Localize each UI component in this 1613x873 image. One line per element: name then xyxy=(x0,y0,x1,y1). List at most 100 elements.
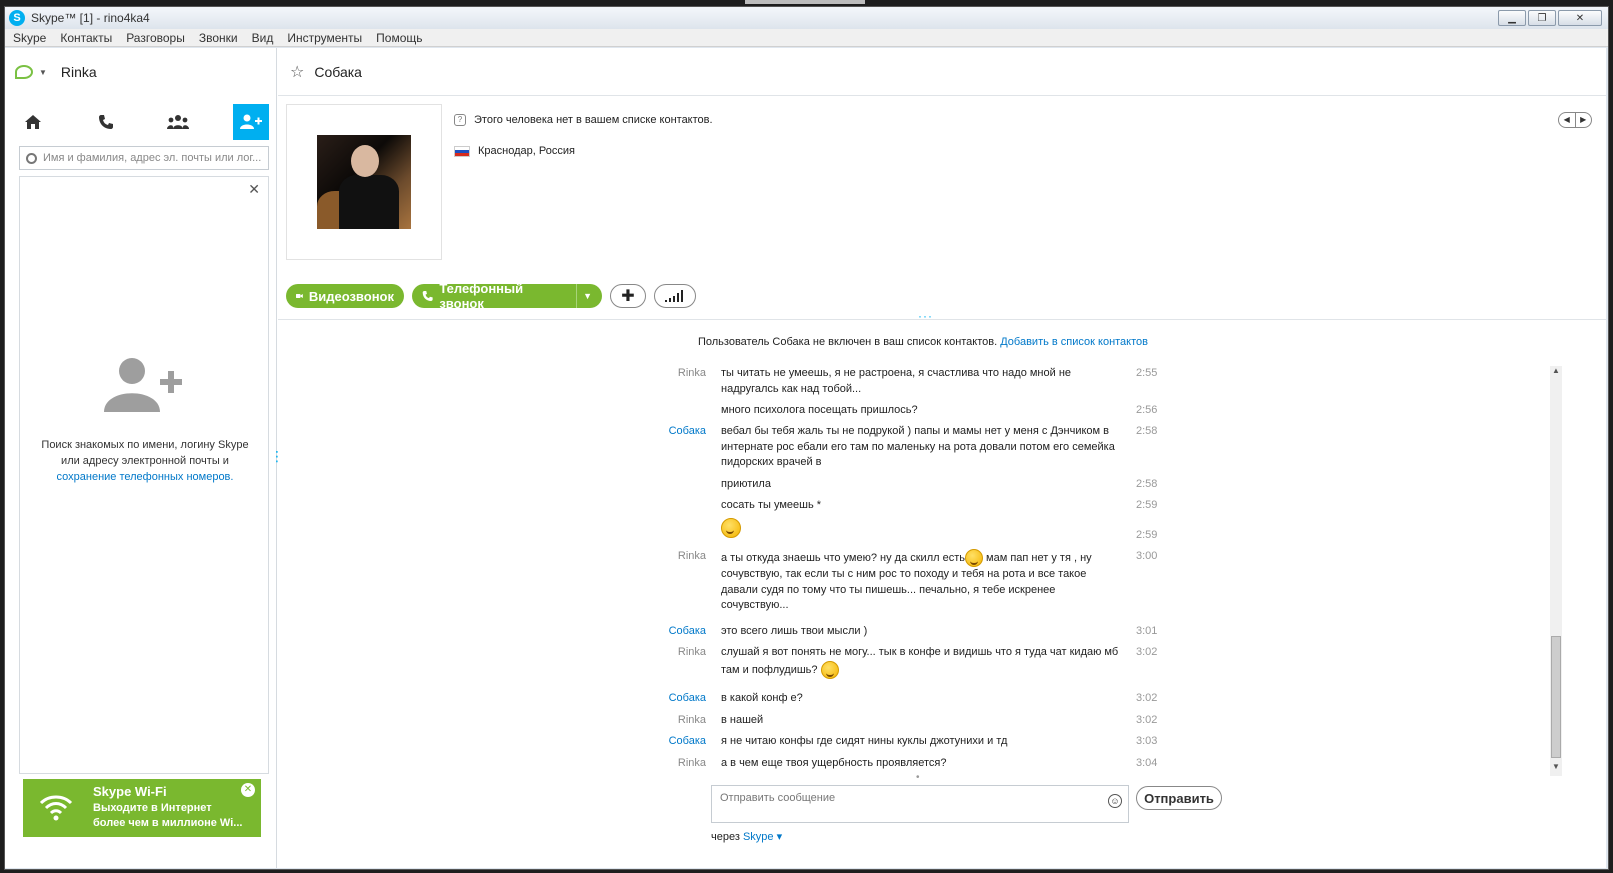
menu-bar: Skype Контакты Разговоры Звонки Вид Инст… xyxy=(5,29,1608,47)
chat-scrollbar[interactable]: ▲ ▼ xyxy=(1550,366,1562,776)
call-quality-button[interactable] xyxy=(654,284,696,308)
scroll-down-icon[interactable]: ▼ xyxy=(1550,762,1562,774)
restore-button[interactable]: ❐ xyxy=(1528,10,1556,26)
menu-conversations[interactable]: Разговоры xyxy=(126,31,185,45)
arrow-right-icon[interactable]: ▶ xyxy=(1576,113,1592,127)
search-input[interactable]: Имя и фамилия, адрес эл. почты или лог..… xyxy=(19,146,269,170)
message-time: 3:02 xyxy=(1136,692,1158,704)
message-text xyxy=(721,518,1121,538)
message-time: 2:58 xyxy=(1136,425,1158,437)
message-sender[interactable]: Собака xyxy=(658,734,706,750)
menu-tools[interactable]: Инструменты xyxy=(287,31,362,45)
wifi-line2: более чем в миллионе Wi... xyxy=(93,817,243,829)
user-status-bar[interactable]: ▼ Rinka xyxy=(15,60,97,84)
video-camera-icon xyxy=(296,294,303,298)
menu-view[interactable]: Вид xyxy=(252,31,274,45)
minimize-button[interactable]: ▁ xyxy=(1498,10,1526,26)
message-time: 2:59 xyxy=(1136,529,1158,541)
message-text: слушай я вот понять не могу... тык в кон… xyxy=(721,645,1121,679)
message-text: много психолога посещать пришлось? xyxy=(721,404,918,416)
add-to-contacts-link[interactable]: Добавить в список контактов xyxy=(1000,336,1148,348)
close-icon[interactable]: ✕ xyxy=(248,181,260,198)
star-icon[interactable]: ☆ xyxy=(290,62,304,82)
scroll-up-icon[interactable]: ▲ xyxy=(1550,366,1562,378)
phone-icon xyxy=(422,291,433,301)
message-sender[interactable]: Rinka xyxy=(658,645,706,661)
avatar[interactable] xyxy=(317,135,411,229)
group-icon[interactable] xyxy=(160,104,196,140)
menu-skype[interactable]: Skype xyxy=(13,31,46,45)
conversation-header: ☆ Собака xyxy=(278,48,1606,96)
contact-location: Краснодар, Россия xyxy=(478,145,575,157)
add-contact-icon[interactable] xyxy=(232,104,269,140)
empty-state-text: Поиск знакомых по имени, логину Skype ил… xyxy=(40,437,250,485)
message-time: 3:02 xyxy=(1136,646,1158,658)
message-time: 2:59 xyxy=(1136,499,1158,511)
menu-help[interactable]: Помощь xyxy=(376,31,422,45)
save-phone-numbers-link[interactable]: сохранение телефонных номеров. xyxy=(57,471,234,483)
message-sender[interactable]: Rinka xyxy=(658,756,706,772)
via-label: через xyxy=(711,831,743,843)
message-time: 3:00 xyxy=(1136,550,1158,562)
message-sender[interactable]: Rinka xyxy=(658,366,706,382)
left-pane: ▼ Rinka Имя и фамилия, адрес эл. почты и… xyxy=(5,48,284,868)
menu-contacts[interactable]: Контакты xyxy=(60,31,112,45)
close-button[interactable]: ✕ xyxy=(1558,10,1602,26)
search-placeholder: Имя и фамилия, адрес эл. почты или лог..… xyxy=(43,152,262,164)
status-icon[interactable] xyxy=(15,65,33,79)
message-text: сосать ты умеешь * xyxy=(721,499,822,511)
scroll-thumb[interactable] xyxy=(1551,636,1561,758)
send-button[interactable]: Отправить xyxy=(1136,786,1222,810)
message-sender[interactable]: Собака xyxy=(658,691,706,707)
chevron-down-icon[interactable]: ▼ xyxy=(39,68,47,77)
message-text-part1: а ты откуда знаешь что умею? ну да скилл… xyxy=(721,551,965,564)
header-resize-handle[interactable]: ··· xyxy=(918,309,933,323)
message-sender[interactable]: Собака xyxy=(658,624,706,640)
empty-state-message: Поиск знакомых по имени, логину Skype ил… xyxy=(41,439,249,467)
message-text: я не читаю конфы где сидят нины куклы дж… xyxy=(721,735,1008,747)
header-divider xyxy=(278,319,1606,320)
phone-icon[interactable] xyxy=(88,104,124,140)
smile-emoji-icon xyxy=(964,549,983,567)
russia-flag-icon xyxy=(454,145,470,157)
signal-bars-icon xyxy=(665,290,683,302)
client-area: ▼ Rinka Имя и фамилия, адрес эл. почты и… xyxy=(5,48,1606,868)
emoticon-icon[interactable]: ☺ xyxy=(1108,794,1122,808)
message-sender[interactable]: Собака xyxy=(658,424,706,440)
video-call-label: Видеозвонок xyxy=(308,288,394,304)
message-time: 3:01 xyxy=(1136,625,1158,637)
add-button[interactable]: ✚ xyxy=(610,284,646,308)
profile-nav-arrows[interactable]: ◀ ▶ xyxy=(1558,112,1592,128)
add-person-icon xyxy=(104,358,182,412)
skype-wifi-banner[interactable]: Skype Wi-Fi Выходите в Интернет более че… xyxy=(23,779,261,837)
user-name: Rinka xyxy=(60,64,97,80)
grin-emoji-icon xyxy=(820,660,839,679)
contact-status-line: ? Этого человека нет в вашем списке конт… xyxy=(454,114,713,126)
message-text: а ты откуда знаешь что умею? ну да скилл… xyxy=(721,549,1121,614)
wifi-close-icon[interactable]: ✕ xyxy=(241,783,255,797)
message-time: 3:04 xyxy=(1136,757,1158,769)
message-sender[interactable]: Rinka xyxy=(658,713,706,729)
call-actions: Видеозвонок Телефонный звонок ▼ ✚ xyxy=(286,281,696,311)
home-icon[interactable] xyxy=(15,104,51,140)
chevron-down-icon[interactable]: ▼ xyxy=(576,284,592,308)
unknown-contact-icon: ? xyxy=(454,114,466,126)
message-time: 2:58 xyxy=(1136,478,1158,490)
via-skype-link[interactable]: Skype ▾ xyxy=(743,831,782,843)
profile-card xyxy=(286,104,442,260)
conversation-pane: ☆ Собака ? Этого человека нет в вашем сп… xyxy=(278,48,1606,868)
contact-name: Собака xyxy=(314,63,362,80)
message-text: а в чем еще твоя ущербность проявляется? xyxy=(721,757,947,769)
top-strip xyxy=(745,0,865,4)
arrow-left-icon[interactable]: ◀ xyxy=(1559,113,1576,127)
message-sender[interactable]: Rinka xyxy=(658,549,706,565)
video-call-button[interactable]: Видеозвонок xyxy=(286,284,404,308)
contact-location-line: Краснодар, Россия xyxy=(454,145,575,157)
not-in-contacts-notice: Пользователь Собака не включен в ваш спи… xyxy=(278,336,1568,348)
phone-call-button[interactable]: Телефонный звонок ▼ xyxy=(412,281,602,311)
message-input-placeholder: Отправить сообщение xyxy=(720,792,836,804)
message-time: 2:55 xyxy=(1136,367,1158,379)
message-input[interactable]: Отправить сообщение ☺ xyxy=(711,785,1129,823)
compose-resize-handle[interactable]: • xyxy=(916,772,920,783)
menu-calls[interactable]: Звонки xyxy=(199,31,238,45)
